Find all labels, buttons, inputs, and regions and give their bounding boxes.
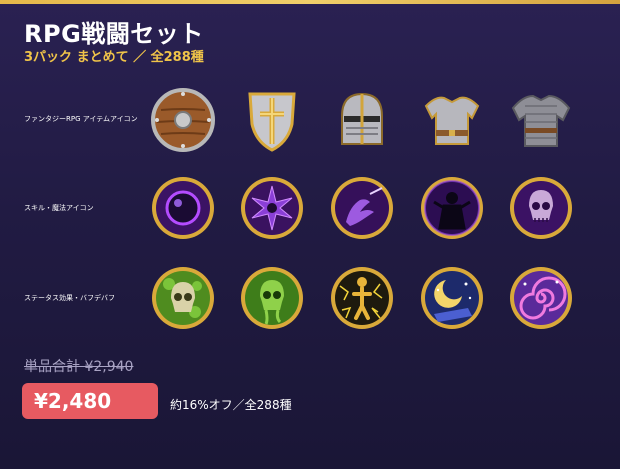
- cross-shield-icon: [236, 84, 308, 156]
- chainmail-shirt-icon: [505, 84, 577, 156]
- page-subtitle: 3パック まとめて ／ 全288種: [24, 50, 204, 65]
- discount-text: 約16%オフ／全288種: [170, 398, 292, 412]
- row-label-items: ファンタジーRPG アイテムアイコン: [24, 115, 138, 123]
- plate-armor-icon: [416, 84, 488, 156]
- page-title: RPG戦闘セット: [24, 20, 204, 48]
- row-label-skills: スキル・魔法アイコン: [24, 204, 94, 212]
- poison-skull-icon: [147, 262, 219, 334]
- dark-orb-icon: [147, 172, 219, 244]
- magic-claw-icon: [326, 172, 398, 244]
- knight-helmet-icon: [326, 84, 398, 156]
- paralysis-icon: [326, 262, 398, 334]
- sleep-moon-icon: [416, 262, 488, 334]
- row-label-status: ステータス効果・バフデバフ: [24, 294, 115, 302]
- dark-sigil-icon: [236, 172, 308, 244]
- top-accent-bar: [0, 0, 620, 4]
- toxic-skull-icon: [236, 262, 308, 334]
- shadow-figure-icon: [416, 172, 488, 244]
- price-badge[interactable]: ¥2,480: [22, 383, 158, 419]
- skull-curse-icon: [505, 172, 577, 244]
- round-shield-icon: [147, 84, 219, 156]
- original-price: 単品合計 ¥2,940: [24, 359, 134, 375]
- confusion-swirl-icon: [505, 262, 577, 334]
